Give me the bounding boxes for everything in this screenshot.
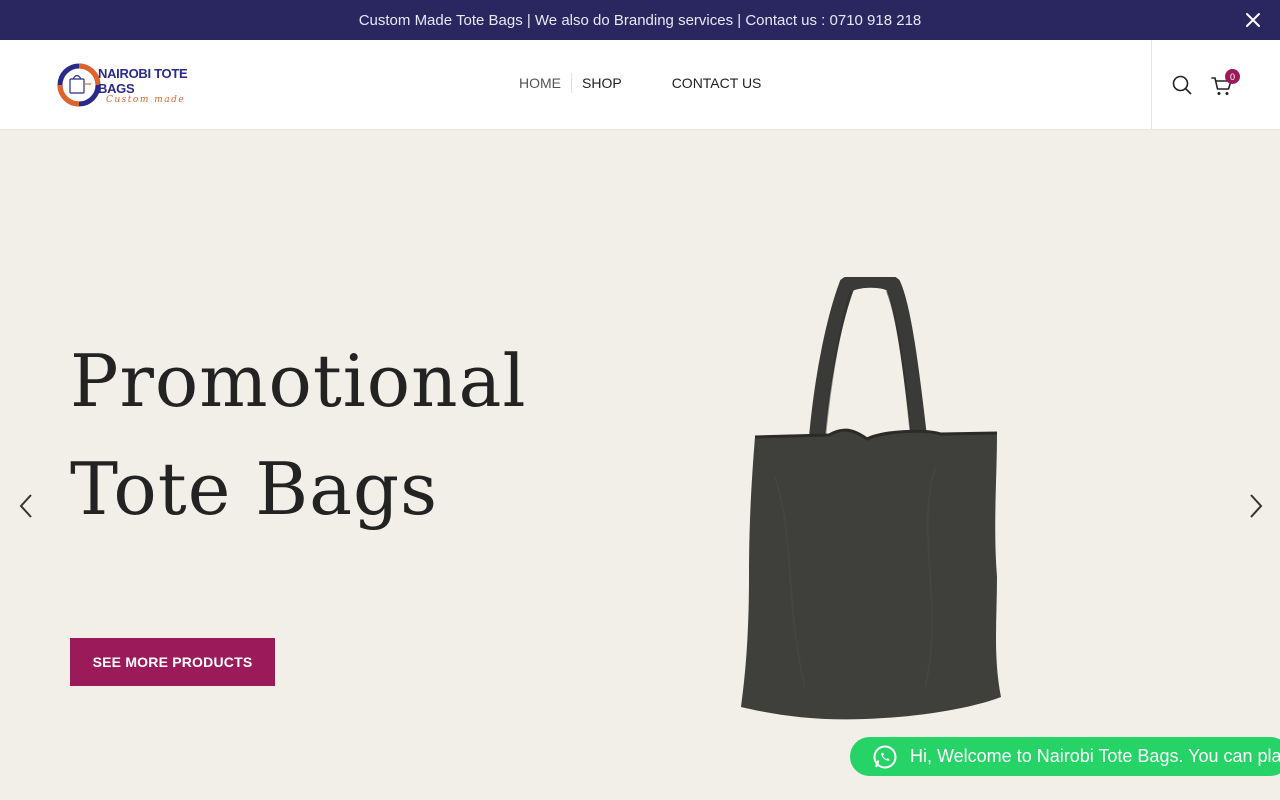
site-logo[interactable]: NAIROBI TOTE BAGS Custom made <box>56 62 216 108</box>
main-nav: HOME SHOP CONTACT US <box>519 73 761 93</box>
logo-name: NAIROBI TOTE BAGS <box>98 65 188 96</box>
hero-title: Promotional Tote Bags <box>70 327 526 543</box>
header-actions: 0 <box>1151 40 1280 130</box>
whatsapp-icon <box>873 745 897 768</box>
cart-count-badge: 0 <box>1225 69 1240 84</box>
logo-tagline: Custom made <box>106 94 186 105</box>
see-more-products-button[interactable]: SEE MORE PRODUCTS <box>70 638 275 686</box>
hero-title-line-2: Tote Bags <box>70 447 439 531</box>
whatsapp-chat-button[interactable]: Hi, Welcome to Nairobi Tote Bags. You ca… <box>850 737 1280 776</box>
hero-title-line-1: Promotional <box>70 339 527 423</box>
logo-icon <box>57 63 101 107</box>
announcement-text: Custom Made Tote Bags | We also do Brand… <box>358 11 922 29</box>
site-header: NAIROBI TOTE BAGS Custom made HOME SHOP … <box>0 40 1280 130</box>
hero-slider: Promotional Tote Bags SEE MORE PRODUCTS <box>0 131 1280 800</box>
close-icon[interactable] <box>1244 11 1262 29</box>
announcement-bar: Custom Made Tote Bags | We also do Brand… <box>0 0 1280 40</box>
chevron-right-icon[interactable] <box>1248 493 1264 519</box>
nav-item-shop[interactable]: SHOP <box>582 75 622 91</box>
nav-item-home[interactable]: HOME <box>519 75 561 91</box>
search-icon[interactable] <box>1172 75 1192 95</box>
nav-divider <box>571 73 572 93</box>
chevron-left-icon[interactable] <box>18 493 34 519</box>
nav-item-contact-us[interactable]: CONTACT US <box>672 75 762 91</box>
tote-bag-image <box>741 277 1001 720</box>
whatsapp-message: Hi, Welcome to Nairobi Tote Bags. You ca… <box>910 746 1280 766</box>
